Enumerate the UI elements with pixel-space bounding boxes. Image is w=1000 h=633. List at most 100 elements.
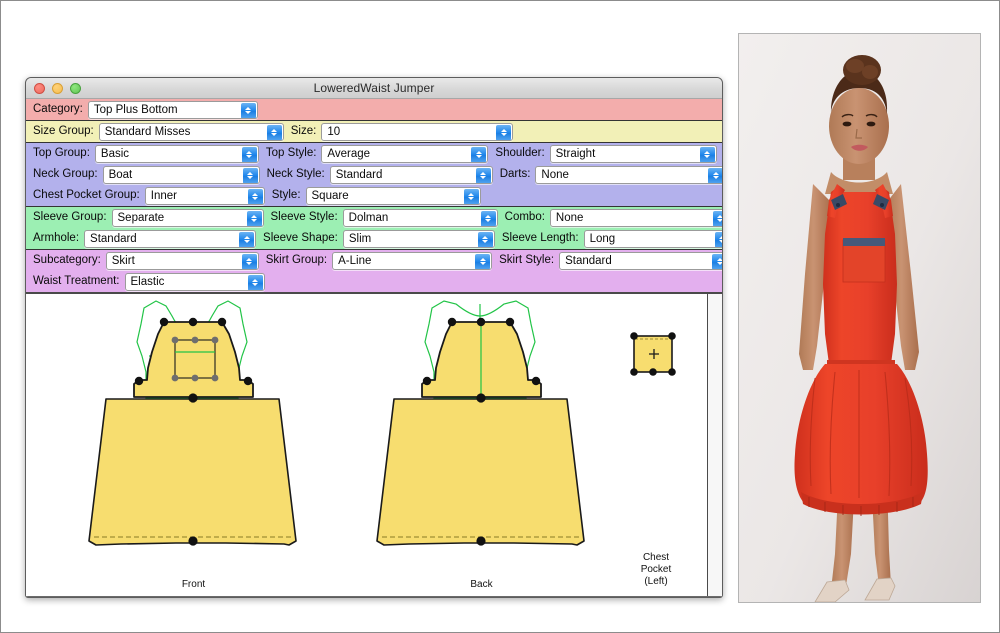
chevron-updown-icon (712, 253, 722, 269)
chevron-updown-icon (496, 124, 512, 140)
select-neck-group[interactable]: Boat (102, 165, 260, 184)
options-row: Size Group: Standard Misses Size: 10 (26, 121, 722, 142)
resize-grip[interactable] (708, 597, 722, 598)
pattern-drawing (88, 300, 676, 546)
select-value-armhole: Standard (90, 232, 137, 245)
select-value-category: Top Plus Bottom (93, 103, 178, 116)
back-piece-label: Back (470, 579, 493, 590)
select-sleeve-group[interactable]: Separate (111, 208, 264, 227)
select-top-style[interactable]: Average (321, 144, 489, 163)
select-value-waist-treatment: Elastic (130, 275, 165, 288)
field-darts: Darts: None (493, 165, 722, 184)
options-row: Waist Treatment: Elastic (26, 271, 722, 292)
options-row: Subcategory: Skirt Skirt Group: A-Line Skirt… (26, 250, 722, 271)
select-style[interactable]: Square (305, 186, 481, 205)
select-skirt-style[interactable]: Standard (559, 251, 722, 270)
select-combo[interactable]: None (549, 208, 722, 227)
select-subcategory[interactable]: Skirt (105, 251, 259, 270)
pattern-canvas-area: Front Back Chest Pocket (Left) (26, 293, 722, 596)
select-neck-style[interactable]: Standard (329, 165, 493, 184)
label-style: Style: (271, 189, 301, 201)
field-sleeve-shape: Sleeve Shape: Slim (256, 229, 495, 248)
dollar-sign-icon[interactable]: $ (45, 597, 64, 598)
front-piece-label: Front (181, 579, 206, 590)
warning-triangle-icon[interactable] (26, 597, 45, 598)
select-value-style: Square (311, 189, 349, 202)
chest-pocket-piece-label: Chest Pocket (Left) (640, 552, 672, 587)
select-value-sleeve-shape: Slim (348, 232, 372, 245)
window-titlebar[interactable]: LoweredWaist Jumper (26, 78, 722, 99)
field-shoulder: Shoulder: Straight (488, 144, 717, 163)
select-value-skirt-style: Standard (565, 254, 612, 267)
field-skirt-style: Skirt Style: Standard (492, 251, 722, 270)
field-armhole: Armhole: Standard (26, 229, 257, 248)
field-top-style: Top Style: Average (259, 144, 489, 163)
select-size-group[interactable]: Standard Misses (98, 122, 284, 141)
chevron-updown-icon (477, 231, 493, 247)
select-shoulder[interactable]: Straight (549, 144, 717, 163)
application-window: LoweredWaist Jumper Category: Top Plus Bo… (25, 77, 723, 598)
options-band-category: Category: Top Plus Bottom (26, 99, 722, 121)
select-sleeve-shape[interactable]: Slim (342, 229, 495, 248)
label-subcategory: Subcategory: (33, 254, 101, 266)
select-size[interactable]: 10 (321, 122, 514, 141)
select-value-subcategory: Skirt (111, 254, 135, 267)
label-category: Category: (33, 103, 83, 115)
select-top-group[interactable]: Basic (94, 144, 259, 163)
chevron-updown-icon (247, 274, 263, 290)
options-row: Category: Top Plus Bottom (26, 99, 722, 120)
options-band-size: Size Group: Standard Misses Size: 10 (26, 121, 722, 143)
label-sleeve-shape: Sleeve Shape: (263, 232, 338, 244)
select-value-neck-group: Boat (108, 168, 133, 181)
chevron-updown-icon (240, 102, 256, 118)
label-size-group: Size Group: (33, 125, 94, 137)
field-sleeve-group: Sleeve Group: Separate (26, 208, 264, 227)
garment-reference-photo (738, 33, 981, 603)
canvas-vertical-scrollbar[interactable] (707, 294, 722, 596)
close-button[interactable] (34, 82, 45, 94)
select-value-sleeve-group: Separate (117, 211, 165, 224)
label-sleeve-group: Sleeve Group: (33, 211, 107, 223)
field-combo: Combo: None (498, 208, 722, 227)
select-darts[interactable]: None (535, 165, 722, 184)
zoom-button[interactable] (70, 82, 81, 94)
chevron-updown-icon (242, 167, 258, 183)
chevron-updown-icon (241, 253, 257, 269)
minimize-button[interactable] (52, 82, 63, 94)
select-waist-treatment[interactable]: Elastic (124, 272, 265, 291)
options-band-sleeve: Sleeve Group: Separate Sleeve Style: Dolman… (26, 207, 722, 250)
label-darts: Darts: (499, 168, 531, 180)
options-band-skirt: Subcategory: Skirt Skirt Group: A-Line Skirt… (26, 250, 722, 292)
field-top-group: Top Group: Basic (26, 144, 259, 163)
select-value-chest-pocket-group: Inner (150, 189, 177, 202)
select-category[interactable]: Top Plus Bottom (87, 100, 258, 119)
label-armhole: Armhole: (33, 232, 80, 244)
chevron-updown-icon (247, 188, 263, 204)
chevron-updown-icon (471, 146, 487, 162)
chevron-updown-icon (712, 210, 722, 226)
chevron-updown-icon (463, 188, 479, 204)
label-sleeve-style: Sleeve Style: (270, 211, 338, 223)
field-chest-pocket-group: Chest Pocket Group: Inner (26, 186, 265, 205)
back-piece-graphic (376, 300, 585, 546)
window-title: LoweredWaist Jumper (313, 81, 435, 95)
select-value-sleeve-style: Dolman (348, 211, 389, 224)
label-top-style: Top Style: (265, 147, 317, 159)
select-sleeve-length[interactable]: Long (583, 229, 722, 248)
select-chest-pocket-group[interactable]: Inner (144, 186, 265, 205)
select-armhole[interactable]: Standard (84, 229, 257, 248)
field-subcategory: Subcategory: Skirt (26, 251, 259, 270)
field-neck-style: Neck Style: Standard (260, 165, 493, 184)
select-sleeve-style[interactable]: Dolman (342, 208, 498, 227)
chevron-updown-icon (475, 253, 491, 269)
pattern-canvas[interactable]: Front Back Chest Pocket (Left) (26, 294, 708, 596)
select-value-combo: None (555, 211, 584, 224)
chevron-updown-icon (246, 210, 262, 226)
select-skirt-group[interactable]: A-Line (332, 251, 493, 270)
field-style: Style: Square (265, 186, 481, 205)
chevron-updown-icon (480, 210, 496, 226)
chest-pocket-graphic (630, 332, 676, 376)
options-band-top: Top Group: Basic Top Style: Average Shoulder… (26, 143, 722, 207)
window-controls (34, 82, 81, 94)
label-top-group: Top Group: (33, 147, 90, 159)
